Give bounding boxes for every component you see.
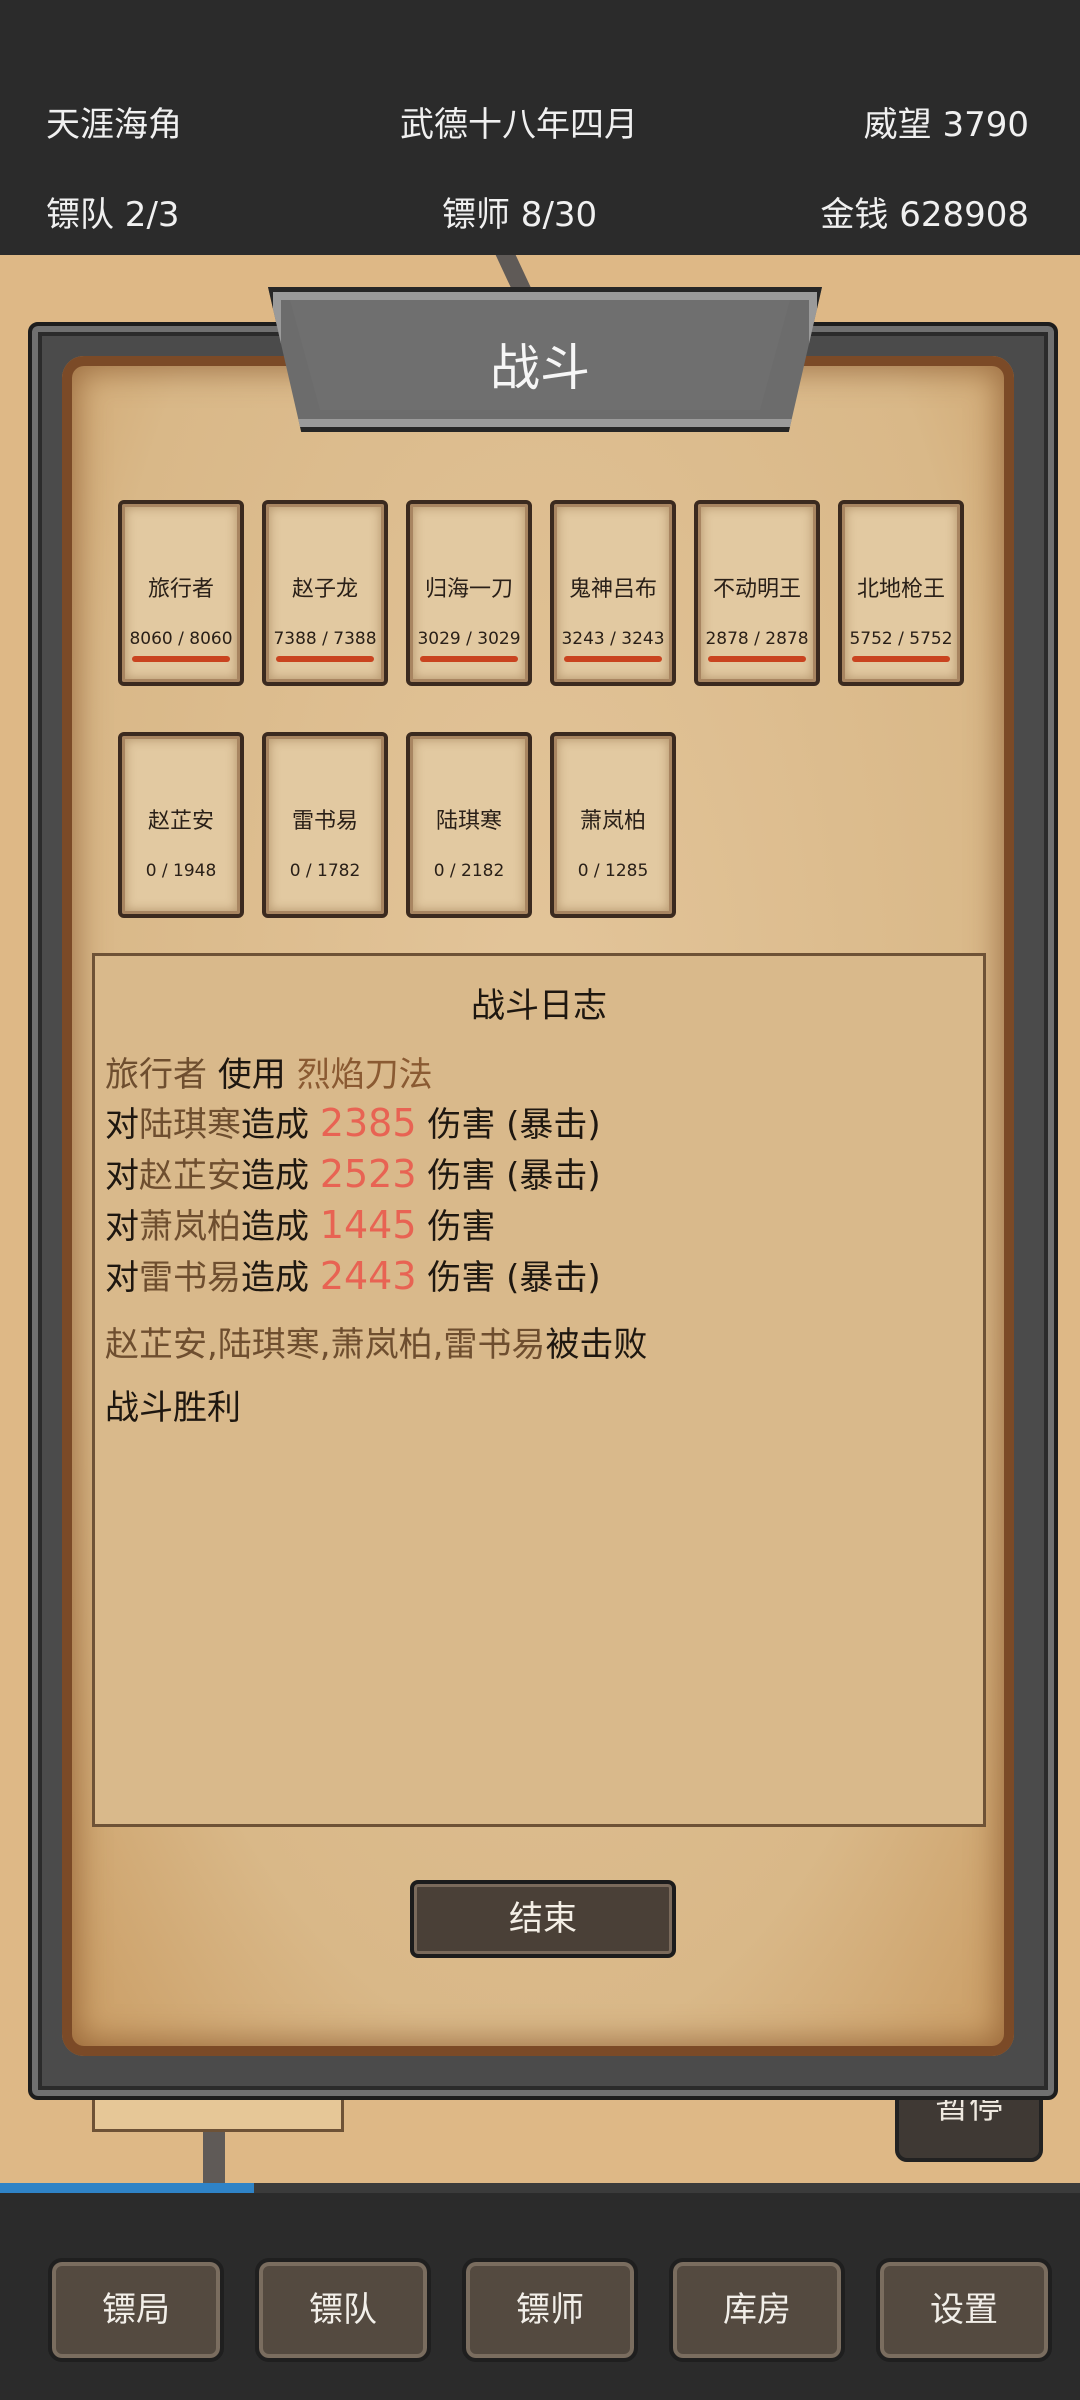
log-hit-verb: 造成 — [241, 1207, 320, 1247]
enemy-hp: 0 / 1285 — [577, 861, 649, 881]
ally-card[interactable]: 旅行者 8060 / 8060 — [118, 500, 244, 686]
travel-progress-fill — [0, 2183, 254, 2193]
enemy-card[interactable]: 陆琪寒 0 / 2182 — [406, 732, 532, 918]
nav-escorts-button[interactable]: 镖师 — [462, 2258, 638, 2362]
ally-hp: 7388 / 7388 — [273, 629, 377, 649]
log-skill-line: 旅行者 使用 烈焰刀法 — [105, 1047, 433, 1096]
ally-hp-bar — [420, 656, 518, 662]
enemy-hp: 0 / 1782 — [289, 861, 361, 881]
battle-log-title: 战斗日志 — [471, 986, 607, 1026]
log-hit-line: 对赵芷安造成 2523 伤害 (暴击) — [105, 1148, 601, 1197]
log-damage: 1445 — [319, 1203, 417, 1247]
log-damage: 2523 — [319, 1152, 417, 1196]
location-label: 天涯海角 — [46, 105, 182, 145]
log-damage-word: 伤害 — [416, 1207, 496, 1247]
log-target: 陆琪寒 — [139, 1105, 241, 1145]
ally-name: 归海一刀 — [424, 577, 513, 602]
log-hit-verb: 造成 — [241, 1105, 320, 1145]
log-actor: 旅行者 — [105, 1055, 207, 1095]
ally-hp-bar — [276, 656, 374, 662]
team-count: 镖队 2/3 — [46, 195, 180, 235]
log-skill: 烈焰刀法 — [296, 1055, 433, 1095]
enemy-name: 雷书易 — [291, 809, 358, 834]
ally-name: 鬼神吕布 — [568, 577, 657, 602]
log-hit-verb: 造成 — [241, 1258, 320, 1298]
ally-card[interactable]: 归海一刀 3029 / 3029 — [406, 500, 532, 686]
ally-name: 赵子龙 — [291, 577, 358, 602]
log-use-word: 使用 — [207, 1055, 297, 1095]
log-hit-line: 对萧岚柏造成 1445 伤害 — [105, 1199, 495, 1248]
log-hit-prefix: 对 — [105, 1156, 139, 1196]
log-hit-verb: 造成 — [241, 1156, 320, 1196]
log-target: 赵芷安 — [139, 1156, 241, 1196]
log-crit: (暴击) — [495, 1258, 601, 1298]
ally-name: 北地枪王 — [856, 577, 945, 602]
log-hit-prefix: 对 — [105, 1105, 139, 1145]
ally-hp-bar — [564, 656, 662, 662]
log-crit: (暴击) — [495, 1105, 601, 1145]
nav-settings-button[interactable]: 设置 — [876, 2258, 1052, 2362]
log-damage: 2443 — [319, 1254, 417, 1298]
ally-hp: 5752 / 5752 — [849, 629, 953, 649]
log-result-line: 战斗胜利 — [105, 1388, 241, 1428]
ally-hp: 3243 / 3243 — [561, 629, 665, 649]
log-damage-word: 伤害 — [416, 1258, 496, 1298]
enemy-card[interactable]: 赵芷安 0 / 1948 — [118, 732, 244, 918]
log-defeated-names: 赵芷安,陆琪寒,萧岚柏,雷书易 — [105, 1325, 546, 1365]
ally-hp: 3029 / 3029 — [417, 629, 521, 649]
money-value: 金钱 628908 — [820, 195, 1029, 235]
enemy-name: 陆琪寒 — [435, 809, 502, 834]
log-damage-word: 伤害 — [416, 1156, 496, 1196]
ally-hp-bar — [708, 656, 806, 662]
log-defeated-suffix: 被击败 — [545, 1325, 648, 1365]
log-damage-word: 伤害 — [416, 1105, 496, 1145]
log-hit-prefix: 对 — [105, 1258, 139, 1298]
log-target: 雷书易 — [139, 1258, 241, 1298]
prestige-value: 威望 3790 — [863, 105, 1029, 145]
ally-card[interactable]: 赵子龙 7388 / 7388 — [262, 500, 388, 686]
ally-card[interactable]: 不动明王 2878 / 2878 — [694, 500, 820, 686]
dialog-title: 战斗 — [490, 339, 590, 397]
log-target: 萧岚柏 — [139, 1207, 241, 1247]
nav-team-button[interactable]: 镖队 — [255, 2258, 431, 2362]
ally-name: 旅行者 — [147, 577, 214, 602]
ally-hp: 8060 / 8060 — [129, 629, 233, 649]
log-damage: 2385 — [319, 1101, 417, 1145]
log-crit: (暴击) — [495, 1156, 601, 1196]
enemy-name: 萧岚柏 — [579, 809, 646, 834]
log-defeat-line: 赵芷安,陆琪寒,萧岚柏,雷书易被击败 — [105, 1317, 647, 1366]
escort-count: 镖师 8/30 — [442, 195, 598, 235]
travel-progress-track — [0, 2183, 1080, 2193]
ally-card[interactable]: 北地枪王 5752 / 5752 — [838, 500, 964, 686]
log-hit-line: 对雷书易造成 2443 伤害 (暴击) — [105, 1250, 601, 1299]
battle-log-panel[interactable]: 战斗日志 旅行者 使用 烈焰刀法 对陆琪寒造成 2385 伤害 (暴击) 对赵芷… — [92, 953, 986, 1827]
log-hit-line: 对陆琪寒造成 2385 伤害 (暴击) — [105, 1097, 601, 1146]
enemy-name: 赵芷安 — [147, 809, 214, 834]
ally-card[interactable]: 鬼神吕布 3243 / 3243 — [550, 500, 676, 686]
ally-hp: 2878 / 2878 — [705, 629, 809, 649]
game-date: 武德十八年四月 — [400, 105, 638, 145]
nav-warehouse-button[interactable]: 库房 — [669, 2258, 845, 2362]
ally-hp-bar — [852, 656, 950, 662]
end-battle-button[interactable]: 结束 — [410, 1880, 676, 1958]
log-hit-prefix: 对 — [105, 1207, 139, 1247]
enemy-card[interactable]: 雷书易 0 / 1782 — [262, 732, 388, 918]
enemy-card[interactable]: 萧岚柏 0 / 1285 — [550, 732, 676, 918]
enemy-hp: 0 / 2182 — [433, 861, 505, 881]
ally-name: 不动明王 — [712, 577, 801, 602]
nav-escort-agency-button[interactable]: 镖局 — [48, 2258, 224, 2362]
ally-hp-bar — [132, 656, 230, 662]
enemy-hp: 0 / 1948 — [145, 861, 217, 881]
